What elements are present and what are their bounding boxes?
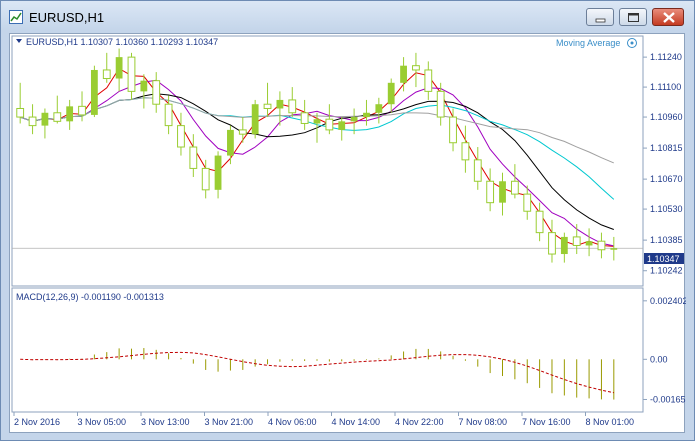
candle-body-bull — [387, 82, 395, 105]
candle-body-bear — [436, 90, 445, 118]
candle-body-bull — [499, 181, 506, 203]
price-tick-label: 1.10815 — [650, 143, 683, 153]
candle-body-bear — [548, 232, 556, 255]
maximize-button[interactable] — [619, 8, 647, 26]
candle-body-bear — [152, 80, 161, 105]
candle-body-bear — [238, 129, 247, 135]
candle-body-bull — [560, 236, 568, 255]
candle-body-bear — [449, 116, 457, 144]
candle-body-bear — [535, 210, 544, 234]
current-price-label: 1.10347 — [647, 254, 680, 264]
time-tick-label: 8 Nov 01:00 — [586, 417, 635, 427]
candle-body-bear — [164, 103, 173, 127]
macd-pane-border — [11, 287, 644, 413]
candle-body-bear — [300, 112, 309, 124]
candle-body-bear — [53, 112, 62, 122]
time-tick-label: 3 Nov 05:00 — [78, 417, 127, 427]
candle-body-bear — [461, 142, 470, 161]
time-tick-label: 2 Nov 2016 — [14, 417, 60, 427]
time-tick-label: 3 Nov 13:00 — [141, 417, 190, 427]
chart-area[interactable]: 0.002402 0.00 -0.00165 1.11240 1.11100 1.109… — [9, 33, 686, 434]
candle-body-bear — [597, 240, 606, 251]
candle-body-bull — [251, 104, 259, 135]
candle-body-bear — [510, 180, 519, 195]
macd-info-label: MACD(12,26,9) -0.001190 -0.001313 — [16, 292, 164, 302]
candle-body-bear — [28, 116, 37, 127]
time-tick-label: 4 Nov 14:00 — [332, 417, 381, 427]
price-tick-label: 1.10530 — [650, 204, 683, 214]
candle-body-bull — [585, 241, 593, 246]
maximize-icon — [628, 13, 639, 22]
candle-body-bull — [610, 248, 618, 250]
candle-body-bear — [16, 107, 25, 118]
candle-body-bear — [288, 99, 297, 114]
candle-body-bull — [214, 155, 222, 190]
candle-body-bear — [325, 118, 334, 131]
close-icon — [663, 12, 675, 23]
candle-body-bull — [115, 57, 123, 79]
candle-body-bear — [263, 103, 272, 109]
settings-icon[interactable] — [627, 38, 637, 48]
macd-tick-label: 0.00 — [650, 354, 668, 364]
candle-body-bear — [412, 65, 420, 71]
candle-body-bear — [486, 180, 495, 204]
candle-body-bear — [127, 56, 136, 92]
time-tick-label: 4 Nov 22:00 — [395, 417, 444, 427]
macd-tick-label: -0.00165 — [650, 394, 686, 404]
minimize-icon — [595, 18, 606, 23]
price-tick-label: 1.10385 — [650, 235, 683, 245]
candle-body-bear — [473, 159, 482, 182]
moving-averages — [20, 67, 615, 247]
time-tick-label: 3 Nov 21:00 — [205, 417, 254, 427]
close-button[interactable] — [652, 8, 684, 26]
candle-body-bear — [177, 125, 185, 148]
candle-body-bear — [424, 69, 433, 92]
price-axis: 1.11240 1.11100 1.10960 1.10815 1.10670 1.105… — [643, 52, 683, 276]
candle-body-bull — [375, 104, 383, 113]
symbol-info-label: EURUSD,H1 1.10307 1.10360 1.10293 1.1034… — [26, 37, 218, 47]
candle-body-bear — [78, 105, 86, 116]
candle-body-bear — [102, 69, 111, 80]
candle-body-bear — [189, 146, 198, 169]
candle-body-bull — [400, 65, 407, 83]
price-tick-label: 1.11240 — [650, 52, 682, 62]
ma-red-line — [20, 67, 614, 247]
candle-body-bull — [90, 69, 98, 115]
window-title: EURUSD,H1 — [29, 10, 105, 25]
candle-body-bull — [140, 80, 148, 92]
candle-body-bull — [41, 112, 49, 126]
time-axis: 2 Nov 2016 3 Nov 05:00 3 Nov 13:00 3 Nov 21… — [13, 412, 635, 427]
price-tick-label: 1.10670 — [650, 174, 683, 184]
price-chart[interactable]: 0.002402 0.00 -0.00165 1.11240 1.11100 1.109… — [10, 34, 686, 434]
time-tick-label: 7 Nov 08:00 — [459, 417, 508, 427]
time-tick-label: 4 Nov 06:00 — [268, 417, 317, 427]
minimize-button[interactable] — [586, 8, 614, 26]
candle-body-bull — [276, 99, 284, 109]
chart-window: EURUSD,H1 0.002402 0.00 -0.00165 1.11240 1.… — [0, 0, 695, 441]
candle-body-bull — [66, 106, 74, 122]
candle-body-bull — [363, 112, 370, 118]
candle-body-bear — [523, 193, 532, 212]
dropdown-arrow-icon[interactable] — [16, 39, 22, 43]
price-tick-label: 1.11100 — [650, 82, 681, 92]
price-tick-label: 1.10242 — [650, 266, 683, 276]
candle-body-bull — [338, 121, 346, 130]
candle-body-bull — [350, 117, 358, 122]
chart-app-icon — [9, 10, 23, 24]
macd-indicator: 0.002402 0.00 -0.00165 — [20, 296, 686, 404]
candle-body-bear — [572, 236, 581, 246]
macd-tick-label: 0.002402 — [650, 296, 686, 306]
time-tick-label: 7 Nov 16:00 — [522, 417, 571, 427]
macd-signal-line — [20, 351, 614, 394]
price-tick-label: 1.10960 — [650, 112, 683, 122]
indicator-label: Moving Average — [556, 38, 620, 48]
candle-body-bear — [201, 167, 210, 191]
title-bar[interactable]: EURUSD,H1 — [1, 1, 694, 33]
candle-body-bull — [313, 119, 321, 124]
candle-body-bull — [227, 129, 234, 156]
